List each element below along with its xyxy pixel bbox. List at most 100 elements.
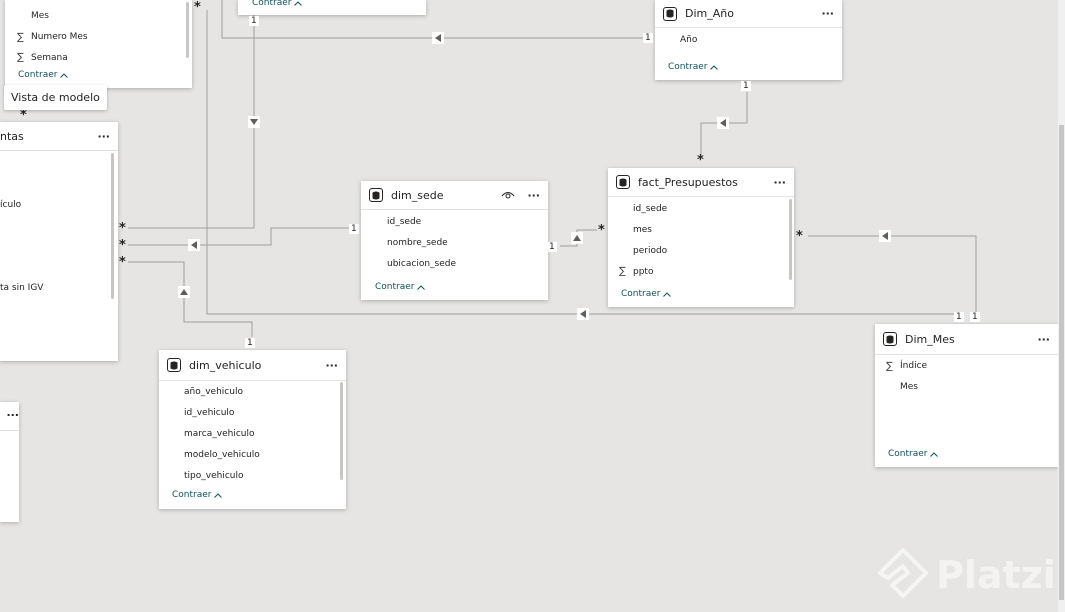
collapse-button[interactable]: Contraer	[18, 70, 69, 80]
table-header[interactable]: fact_Presupuestos ···	[608, 168, 794, 197]
field-row[interactable]: año_vehiculo	[159, 382, 346, 403]
field-row[interactable]: ta sin IGV	[0, 278, 118, 299]
more-options-icon[interactable]: ···	[325, 359, 338, 372]
more-options-icon[interactable]: ···	[773, 176, 786, 189]
cardinality-many: *	[20, 108, 27, 123]
field-row[interactable]: Año	[655, 30, 842, 51]
sigma-icon: ∑	[886, 360, 893, 372]
scrollbar[interactable]	[340, 382, 343, 480]
field-row[interactable]: Mes	[875, 377, 1058, 398]
canvas-scrollbar[interactable]	[1058, 0, 1065, 612]
cardinality-many: *	[119, 255, 126, 270]
cardinality-many: *	[598, 223, 605, 238]
field-label: año_vehiculo	[184, 387, 243, 398]
filter-direction[interactable]	[717, 117, 729, 129]
cardinality-one: 1	[349, 224, 359, 234]
field-row[interactable]	[0, 236, 118, 257]
table-card-ventas[interactable]: ntas ··· ículo ta sin IGV	[0, 122, 118, 361]
more-options-icon[interactable]: ···	[821, 7, 834, 20]
watermark: Platzi	[878, 548, 1056, 602]
table-card-fact-presupuestos[interactable]: fact_Presupuestos ··· id_sede mes period…	[608, 168, 794, 307]
table-title: dim_sede	[391, 188, 444, 202]
field-row[interactable]: ubicacion_sede	[361, 254, 548, 275]
filter-direction[interactable]	[178, 286, 190, 298]
arrow-left-icon	[882, 232, 888, 240]
field-label: ubicacion_sede	[387, 258, 457, 269]
field-row[interactable]: ∑ Índice	[875, 356, 1058, 377]
table-header[interactable]: dim_vehiculo ···	[159, 350, 346, 381]
field-label: marca_vehiculo	[184, 428, 255, 439]
filter-direction[interactable]	[577, 308, 589, 320]
field-row[interactable]: ∑ Numero Mes	[5, 27, 192, 48]
tooltip-text: Vista de modelo	[11, 91, 100, 104]
filter-direction[interactable]	[248, 116, 260, 128]
field-row[interactable]: ∑ ppto	[608, 261, 794, 282]
table-card-dim-anio[interactable]: Dim_Año ··· Año Contraer	[655, 0, 842, 80]
filter-direction[interactable]	[571, 232, 583, 244]
field-label: id_vehiculo	[184, 408, 235, 419]
field-row[interactable]	[0, 215, 118, 236]
model-canvas[interactable]: Mes ∑ Numero Mes ∑ Semana Contraer Contr…	[0, 0, 1065, 612]
table-card-calendar[interactable]: Mes ∑ Numero Mes ∑ Semana Contraer	[5, 0, 192, 88]
scrollbar[interactable]	[789, 199, 792, 280]
cardinality-many: *	[697, 153, 704, 168]
field-row[interactable]	[0, 257, 118, 278]
filter-direction[interactable]	[432, 32, 444, 44]
field-row[interactable]: ículo	[0, 195, 118, 216]
filter-direction[interactable]	[188, 239, 200, 251]
field-row[interactable]	[0, 153, 118, 174]
more-options-icon[interactable]: ···	[527, 189, 540, 202]
field-row[interactable]: tipo_vehiculo	[159, 465, 346, 486]
database-icon	[883, 332, 897, 346]
table-header[interactable]: Dim_Mes ···	[875, 324, 1058, 355]
table-card-dim-sede[interactable]: dim_sede ··· id_sede nombre_sede ubicaci…	[361, 181, 548, 300]
collapse-button[interactable]: Contraer	[252, 0, 303, 8]
table-card-dim-mes[interactable]: Dim_Mes ··· ∑ Índice Mes Contraer	[875, 324, 1058, 467]
field-row[interactable]: id_sede	[608, 199, 794, 220]
cardinality-one: 1	[245, 338, 255, 348]
collapse-button[interactable]: Contraer	[172, 490, 223, 500]
field-label: Índice	[900, 361, 928, 372]
scrollbar[interactable]	[111, 153, 114, 299]
field-row[interactable]: marca_vehiculo	[159, 424, 346, 445]
more-options-icon[interactable]: ···	[97, 130, 110, 143]
table-header[interactable]: Dim_Año ···	[655, 0, 842, 28]
table-card-dim-vehiculo[interactable]: dim_vehiculo ··· año_vehiculo id_vehicul…	[159, 350, 346, 509]
table-header[interactable]: ntas ···	[0, 122, 118, 151]
field-label: tipo_vehiculo	[184, 470, 244, 481]
field-row[interactable]: id_vehiculo	[159, 403, 346, 424]
field-row[interactable]: Mes	[5, 6, 192, 27]
field-row[interactable]: periodo	[608, 241, 794, 262]
chevron-up-icon	[663, 291, 672, 297]
cardinality-many: *	[119, 238, 126, 253]
table-card-bottom-left[interactable]: ...	[0, 402, 19, 522]
eye-icon[interactable]	[501, 190, 515, 200]
cardinality-one: 1	[970, 312, 980, 322]
field-label: ppto	[633, 266, 654, 277]
more-options-icon[interactable]: ···	[1037, 333, 1050, 346]
scrollbar[interactable]	[186, 2, 189, 58]
cardinality-one: 1	[547, 242, 557, 252]
field-row[interactable]: id_sede	[361, 212, 548, 233]
collapse-button[interactable]: Contraer	[668, 62, 719, 72]
chevron-up-icon	[417, 284, 426, 290]
scrollbar-thumb[interactable]	[1059, 125, 1064, 600]
sigma-icon: ∑	[17, 52, 24, 64]
filter-direction[interactable]	[879, 230, 891, 242]
field-row[interactable]: modelo_vehiculo	[159, 444, 346, 465]
field-row[interactable]: ∑ Semana	[5, 48, 192, 69]
field-row[interactable]: mes	[608, 220, 794, 241]
collapse-button[interactable]: Contraer	[621, 289, 672, 299]
collapse-button[interactable]: Contraer	[888, 449, 939, 459]
field-row[interactable]: nombre_sede	[361, 233, 548, 254]
table-title: ntas	[0, 129, 24, 143]
field-row[interactable]	[0, 174, 118, 195]
more-options-icon[interactable]: ...	[6, 406, 19, 419]
table-header[interactable]: dim_sede ···	[361, 181, 548, 210]
collapse-label: Contraer	[18, 70, 58, 80]
collapse-button[interactable]: Contraer	[375, 282, 426, 292]
field-label: Semana	[31, 52, 68, 63]
table-header[interactable]: ...	[0, 402, 19, 431]
table-card-top-partial[interactable]: Contraer	[238, 0, 426, 15]
tooltip: Vista de modelo	[4, 85, 107, 110]
